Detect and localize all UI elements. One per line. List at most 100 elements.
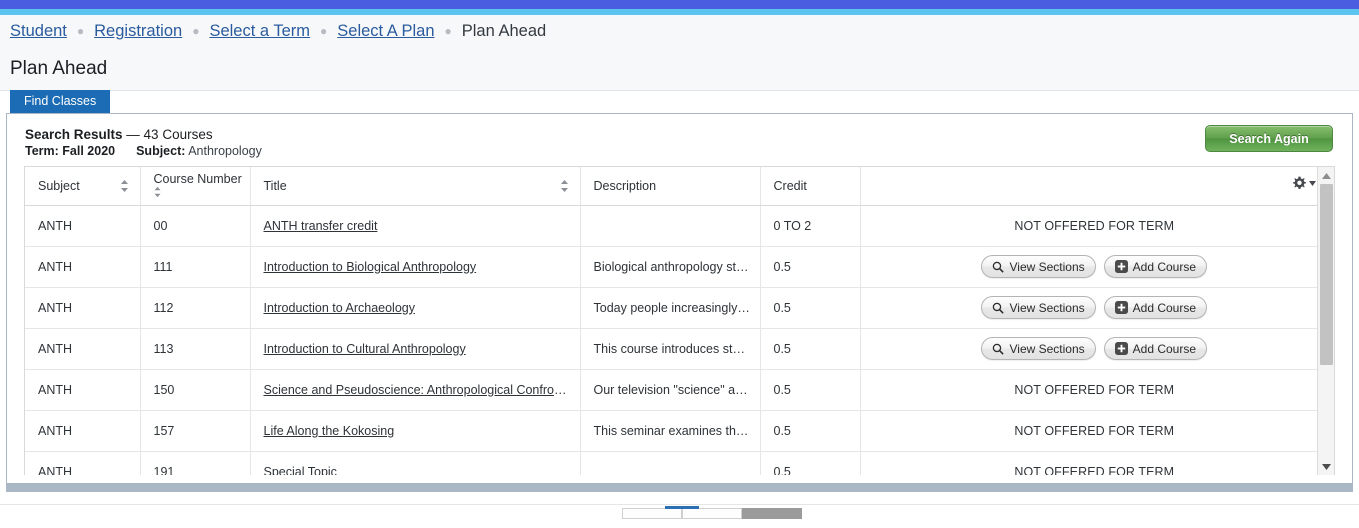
cell-credit: 0 TO 2: [760, 205, 860, 246]
cell-title: Special Topic: [250, 451, 580, 475]
column-header-settings[interactable]: [860, 167, 1328, 205]
view-sections-label: View Sections: [1009, 342, 1084, 356]
add-course-label: Add Course: [1133, 301, 1196, 315]
cell-course-number: 111: [140, 246, 250, 287]
scroll-down-button[interactable]: [1318, 458, 1334, 475]
cell-credit: 0.5: [760, 287, 860, 328]
search-again-button[interactable]: Search Again: [1205, 125, 1333, 152]
sort-arrows-icon[interactable]: [120, 179, 129, 193]
column-header-title[interactable]: Title: [250, 167, 580, 205]
breadcrumb-separator: ●: [192, 25, 199, 37]
add-course-button[interactable]: Add Course: [1104, 296, 1207, 319]
row-action-buttons: View Sections Add Course: [981, 337, 1207, 360]
cell-description: Biological anthropology stu…: [580, 246, 760, 287]
column-header-title-label: Title: [264, 179, 287, 193]
sort-arrows-icon[interactable]: [560, 179, 569, 193]
cell-description: [580, 451, 760, 475]
breadcrumb-item-select-a-plan[interactable]: Select A Plan: [337, 22, 434, 41]
page-title: Plan Ahead: [10, 58, 107, 80]
cell-course-number: 00: [140, 205, 250, 246]
table-row: ANTH 113 Introduction to Cultural Anthro…: [25, 328, 1328, 369]
add-course-label: Add Course: [1133, 260, 1196, 274]
plus-icon: [1115, 260, 1128, 273]
cell-actions: View Sections Add Course: [860, 246, 1328, 287]
cell-credit: 0.5: [760, 369, 860, 410]
view-sections-button[interactable]: View Sections: [981, 296, 1095, 319]
view-sections-label: View Sections: [1009, 260, 1084, 274]
cell-description: This seminar examines the …: [580, 410, 760, 451]
search-results-panel: Search Results — 43 Courses Term: Fall 2…: [6, 113, 1353, 484]
cell-credit: 0.5: [760, 246, 860, 287]
course-title-link[interactable]: Introduction to Biological Anthropology: [264, 260, 477, 274]
breadcrumb-item-plan-ahead: Plan Ahead: [462, 22, 546, 41]
search-icon: [992, 302, 1004, 314]
search-results-panel-inner: Search Results — 43 Courses Term: Fall 2…: [12, 119, 1347, 478]
cell-title: Introduction to Archaeology: [250, 287, 580, 328]
not-offered-status: NOT OFFERED FOR TERM: [1014, 424, 1174, 438]
column-header-description-label: Description: [594, 179, 657, 193]
table-header: Subject Course Number Title: [25, 167, 1328, 205]
course-title-link[interactable]: Science and Pseudoscience: Anthropologic…: [264, 383, 577, 397]
column-header-subject-label: Subject: [38, 179, 80, 193]
column-header-course-number[interactable]: Course Number: [140, 167, 250, 205]
scroll-up-button[interactable]: [1318, 167, 1334, 184]
breadcrumb-separator: ●: [445, 25, 452, 37]
cell-credit: 0.5: [760, 328, 860, 369]
cell-subject: ANTH: [25, 328, 140, 369]
cell-credit: 0.5: [760, 451, 860, 475]
tab-bar: Find Classes: [0, 91, 1359, 113]
cell-subject: ANTH: [25, 451, 140, 475]
results-vertical-scrollbar[interactable]: [1317, 167, 1334, 475]
caret-up-icon: [1322, 173, 1331, 179]
cell-actions: NOT OFFERED FOR TERM: [860, 369, 1328, 410]
course-title-link[interactable]: Introduction to Cultural Anthropology: [264, 342, 466, 356]
view-sections-button[interactable]: View Sections: [981, 255, 1095, 278]
breadcrumb-item-registration[interactable]: Registration: [94, 22, 182, 41]
search-results-summary: Search Results — 43 Courses: [25, 126, 1346, 143]
course-title-link[interactable]: Introduction to Archaeology: [264, 301, 416, 315]
cell-subject: ANTH: [25, 287, 140, 328]
breadcrumb-item-student[interactable]: Student: [10, 22, 67, 41]
course-title-link[interactable]: Special Topic: [264, 465, 337, 476]
cell-actions: NOT OFFERED FOR TERM: [860, 205, 1328, 246]
search-results-count: — 43 Courses: [123, 127, 213, 142]
table-row: ANTH 00 ANTH transfer credit 0 TO 2 NOT …: [25, 205, 1328, 246]
column-header-subject[interactable]: Subject: [25, 167, 140, 205]
add-course-button[interactable]: Add Course: [1104, 337, 1207, 360]
cell-subject: ANTH: [25, 205, 140, 246]
table-header-row: Subject Course Number Title: [25, 167, 1328, 205]
gear-icon[interactable]: [1291, 176, 1316, 193]
course-title-link[interactable]: ANTH transfer credit: [264, 219, 378, 233]
column-header-credit: Credit: [760, 167, 860, 205]
scrollbar-thumb[interactable]: [1320, 184, 1333, 365]
course-title-link[interactable]: Life Along the Kokosing: [264, 424, 395, 438]
not-offered-status: NOT OFFERED FOR TERM: [1014, 383, 1174, 397]
cell-actions: View Sections Add Course: [860, 328, 1328, 369]
browser-accent-bar-primary: [0, 0, 1359, 9]
cell-actions: NOT OFFERED FOR TERM: [860, 451, 1328, 475]
cell-description: [580, 205, 760, 246]
view-sections-label: View Sections: [1009, 301, 1084, 315]
cell-subject: ANTH: [25, 410, 140, 451]
cell-description: This course introduces stud…: [580, 328, 760, 369]
bottom-control-b[interactable]: [682, 508, 742, 519]
bottom-control-a[interactable]: [622, 508, 682, 519]
sort-arrows-icon[interactable]: [153, 186, 162, 198]
caret-down-icon: [1322, 464, 1331, 470]
search-icon: [992, 343, 1004, 355]
results-table-scroll-region: Subject Course Number Title: [24, 166, 1335, 475]
add-course-label: Add Course: [1133, 342, 1196, 356]
panel-footer-strip: [6, 484, 1353, 492]
table-body: ANTH 00 ANTH transfer credit 0 TO 2 NOT …: [25, 205, 1328, 475]
cell-subject: ANTH: [25, 246, 140, 287]
cell-title: ANTH transfer credit: [250, 205, 580, 246]
cell-title: Science and Pseudoscience: Anthropologic…: [250, 369, 580, 410]
chevron-down-icon: [1309, 181, 1316, 187]
breadcrumb-separator: ●: [320, 25, 327, 37]
breadcrumb-item-select-a-term[interactable]: Select a Term: [209, 22, 310, 41]
search-icon: [992, 261, 1004, 273]
add-course-button[interactable]: Add Course: [1104, 255, 1207, 278]
bottom-control-c[interactable]: [742, 508, 802, 519]
view-sections-button[interactable]: View Sections: [981, 337, 1095, 360]
tab-find-classes[interactable]: Find Classes: [10, 90, 110, 114]
